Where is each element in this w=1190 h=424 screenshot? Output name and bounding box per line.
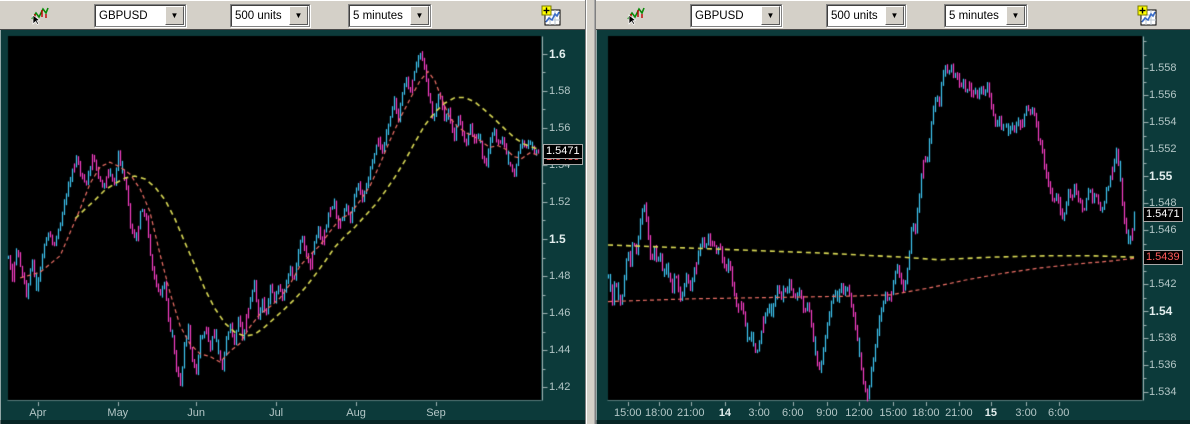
symbol-select[interactable]: GBPUSD ▼ xyxy=(94,4,186,27)
chart-panel-long-term: GBPUSD ▼ 500 units ▼ 5 minutes ▼ 1.42 1.… xyxy=(0,0,586,424)
chevron-down-icon[interactable]: ▼ xyxy=(761,6,780,25)
chevron-down-icon[interactable]: ▼ xyxy=(289,6,308,25)
price-chart-long-term[interactable] xyxy=(0,30,586,424)
symbol-select[interactable]: GBPUSD ▼ xyxy=(690,4,782,27)
interval-select-value: 5 minutes xyxy=(353,9,403,22)
chevron-down-icon[interactable]: ▼ xyxy=(1006,6,1025,25)
chart-area-intraday: 1.534 1.536 1.538 1.54 1.542 1.546 1.548 1.55 1.… xyxy=(596,30,1190,424)
units-select-value: 500 units xyxy=(235,9,282,22)
chevron-down-icon[interactable]: ▼ xyxy=(410,6,429,25)
price-chart-intraday[interactable] xyxy=(596,30,1190,424)
toolbar: GBPUSD ▼ 500 units ▼ 5 minutes ▼ xyxy=(596,0,1190,30)
chart-area-long-term: 1.42 1.44 1.46 1.48 1.5 1.52 1.54 1.56 1.58 1.6 Ap… xyxy=(0,30,586,424)
interval-select[interactable]: 5 minutes ▼ xyxy=(944,4,1027,27)
toolbar: GBPUSD ▼ 500 units ▼ 5 minutes ▼ xyxy=(0,0,586,30)
chart-tool-icon[interactable] xyxy=(29,5,51,27)
symbol-select-value: GBPUSD xyxy=(695,9,744,22)
chart-tool-icon[interactable] xyxy=(625,5,647,27)
chart-panel-intraday: GBPUSD ▼ 500 units ▼ 5 minutes ▼ 1.534 1… xyxy=(596,0,1190,424)
symbol-select-value: GBPUSD xyxy=(99,9,148,22)
panel-splitter[interactable] xyxy=(585,0,596,424)
units-select[interactable]: 500 units ▼ xyxy=(826,4,906,27)
add-indicator-icon[interactable] xyxy=(1137,5,1159,27)
fx-charting-workspace: GBPUSD ▼ 500 units ▼ 5 minutes ▼ 1.42 1.… xyxy=(0,0,1190,424)
units-select[interactable]: 500 units ▼ xyxy=(230,4,310,27)
chevron-down-icon[interactable]: ▼ xyxy=(165,6,184,25)
chevron-down-icon[interactable]: ▼ xyxy=(885,6,904,25)
add-indicator-icon[interactable] xyxy=(541,5,563,27)
units-select-value: 500 units xyxy=(831,9,878,22)
interval-select-value: 5 minutes xyxy=(949,9,999,22)
interval-select[interactable]: 5 minutes ▼ xyxy=(348,4,431,27)
